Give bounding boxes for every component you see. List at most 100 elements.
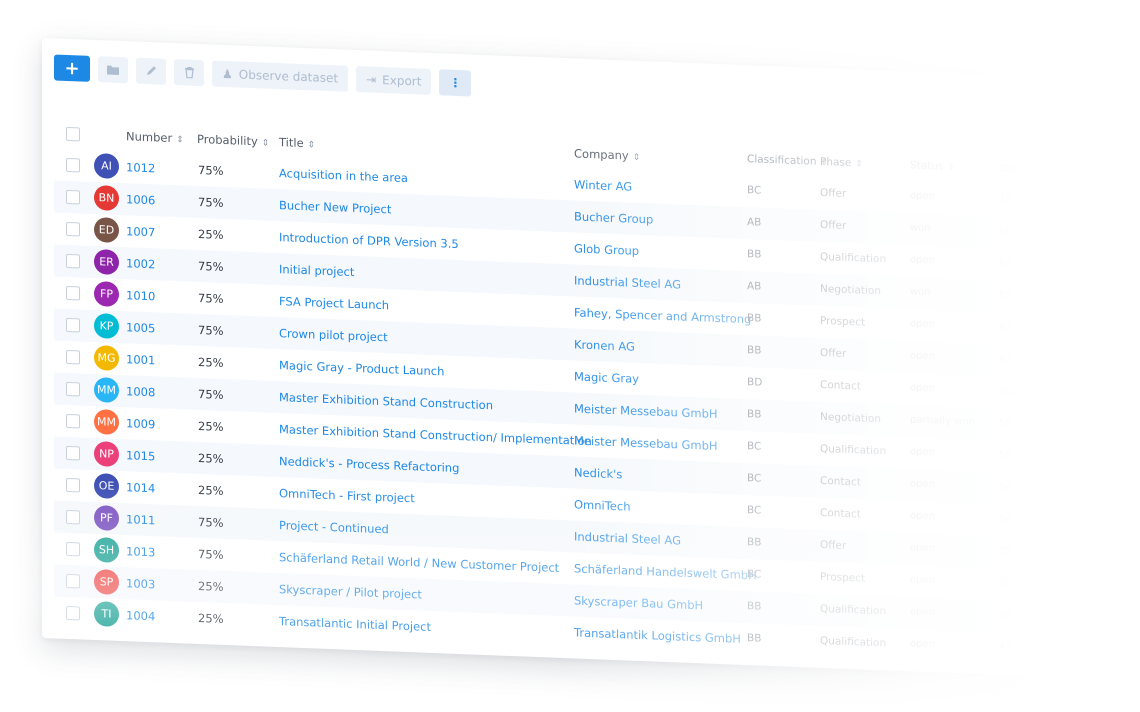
number-link[interactable]: 1002 (126, 256, 155, 271)
company-link[interactable]: Magic Gray (574, 369, 639, 385)
company-link[interactable]: Bucher Group (574, 209, 653, 226)
avatar: TI (94, 600, 119, 627)
row-checkbox[interactable] (66, 253, 80, 269)
export-button[interactable]: ⇥ Export (356, 66, 432, 95)
probability-value: 75% (198, 290, 224, 306)
company-link[interactable]: Meister Messebau GmbH (574, 401, 718, 421)
number-link[interactable]: 1011 (126, 512, 155, 527)
more-options-button[interactable]: ⋮ (439, 69, 472, 97)
number-link[interactable]: 1001 (126, 352, 155, 367)
row-checkbox[interactable] (66, 221, 80, 237)
days-inactive-value: 63 (999, 353, 1012, 366)
company-link[interactable]: Winter AG (574, 177, 632, 193)
phase-value: Qualification (820, 602, 887, 618)
title-link[interactable]: Master Exhibition Stand Construction (279, 390, 493, 412)
row-checkbox[interactable] (66, 509, 80, 525)
company-link[interactable]: Glob Group (574, 241, 639, 258)
status-value: open (910, 190, 935, 203)
row-checkbox[interactable] (66, 477, 80, 493)
bell-icon: ♟ (222, 66, 233, 82)
number-link[interactable]: 1012 (126, 160, 155, 175)
pencil-icon (147, 66, 156, 76)
company-link[interactable]: Transatlantik Logistics GmbH (574, 625, 741, 645)
number-link[interactable]: 1015 (126, 448, 155, 463)
edit-button[interactable] (136, 57, 166, 85)
company-link[interactable]: Skyscraper Bau GmbH (574, 593, 703, 612)
column-company[interactable]: Company ⇕ (574, 146, 640, 163)
classification-value: BC (747, 568, 762, 581)
view-toggle-button[interactable]: ≡ (1002, 114, 1040, 141)
number-link[interactable]: 1013 (126, 544, 155, 559)
status-value: open (910, 510, 935, 523)
column-number[interactable]: Number ⇕ (126, 129, 184, 145)
title-link[interactable]: Introduction of DPR Version 3.5 (279, 230, 459, 251)
delete-button[interactable] (174, 59, 204, 87)
probability-value: 25% (198, 354, 224, 370)
title-link[interactable]: Acquisition in the area (279, 166, 408, 185)
column-title[interactable]: Title ⇕ (279, 135, 315, 150)
title-link[interactable]: Schäferland Retail World / New Customer … (279, 550, 559, 575)
number-link[interactable]: 1005 (126, 320, 155, 335)
company-link[interactable]: Schäferland Handelswelt GmbH (574, 561, 757, 582)
column-status[interactable]: Status ⇕ (910, 159, 955, 173)
row-checkbox[interactable] (66, 189, 80, 205)
number-link[interactable]: 1007 (126, 224, 155, 239)
number-link[interactable]: 1009 (126, 416, 155, 431)
row-checkbox[interactable] (66, 573, 80, 589)
title-link[interactable]: Project - Continued (279, 518, 389, 536)
row-checkbox[interactable] (66, 541, 80, 557)
row-checkbox[interactable] (66, 317, 80, 333)
number-link[interactable]: 1003 (126, 576, 155, 591)
row-checkbox[interactable] (66, 349, 80, 365)
column-probability[interactable]: Probability ⇕ (197, 132, 269, 149)
row-checkbox[interactable] (66, 381, 80, 397)
probability-value: 25% (198, 578, 224, 594)
company-link[interactable]: Kronen AG (574, 337, 635, 353)
probability-value: 75% (198, 514, 224, 530)
title-link[interactable]: Crown pilot project (279, 326, 388, 344)
title-link[interactable]: Neddick's - Process Refactoring (279, 454, 459, 475)
avatar: PF (94, 504, 119, 531)
title-link[interactable]: Master Exhibition Stand Construction/ Im… (279, 422, 592, 448)
avatar: KP (94, 312, 119, 339)
classification-value: BB (747, 248, 762, 261)
column-classification[interactable]: Classification ⇕ (747, 153, 828, 168)
observe-dataset-button[interactable]: ♟ Observe dataset (212, 60, 349, 92)
select-all-checkbox[interactable] (66, 126, 80, 142)
classification-value: BD (747, 376, 763, 389)
filter-button[interactable]: Filter (1048, 116, 1088, 143)
title-link[interactable]: FSA Project Launch (279, 294, 389, 312)
phase-value: Qualification (820, 442, 887, 458)
row-checkbox[interactable] (66, 445, 80, 461)
number-link[interactable]: 1008 (126, 384, 155, 399)
company-link[interactable]: Nedick's (574, 465, 622, 481)
title-link[interactable]: Skyscraper / Pilot project (279, 582, 422, 601)
column-phase[interactable]: Phase ⇕ (820, 156, 863, 170)
number-link[interactable]: 1010 (126, 288, 155, 303)
probability-value: 25% (198, 482, 224, 498)
number-link[interactable]: 1014 (126, 480, 155, 495)
title-link[interactable]: OmniTech - First project (279, 486, 415, 505)
avatar: ER (94, 248, 119, 275)
days-inactive-value: 49 (999, 609, 1012, 622)
title-link[interactable]: Bucher New Project (279, 198, 391, 216)
row-checkbox[interactable] (66, 605, 80, 621)
row-checkbox[interactable] (66, 157, 80, 173)
row-checkbox[interactable] (66, 413, 80, 429)
folder-button[interactable] (98, 56, 128, 84)
title-link[interactable]: Magic Gray - Product Launch (279, 358, 444, 378)
company-link[interactable]: Fahey, Spencer and Armstrong (574, 305, 751, 326)
number-link[interactable]: 1004 (126, 608, 155, 623)
company-link[interactable]: OmniTech (574, 497, 631, 513)
company-link[interactable]: Meister Messebau GmbH (574, 433, 718, 453)
avatar: SH (94, 536, 119, 563)
avatar: ED (94, 216, 119, 243)
title-link[interactable]: Transatlantic Initial Project (279, 614, 431, 634)
add-button[interactable]: + (54, 54, 90, 82)
company-link[interactable]: Industrial Steel AG (574, 273, 681, 291)
column-days-inactive[interactable]: Days inactive ⇕ (999, 163, 1082, 178)
number-link[interactable]: 1006 (126, 192, 155, 207)
company-link[interactable]: Industrial Steel AG (574, 529, 681, 547)
row-checkbox[interactable] (66, 285, 80, 301)
title-link[interactable]: Initial project (279, 262, 354, 279)
